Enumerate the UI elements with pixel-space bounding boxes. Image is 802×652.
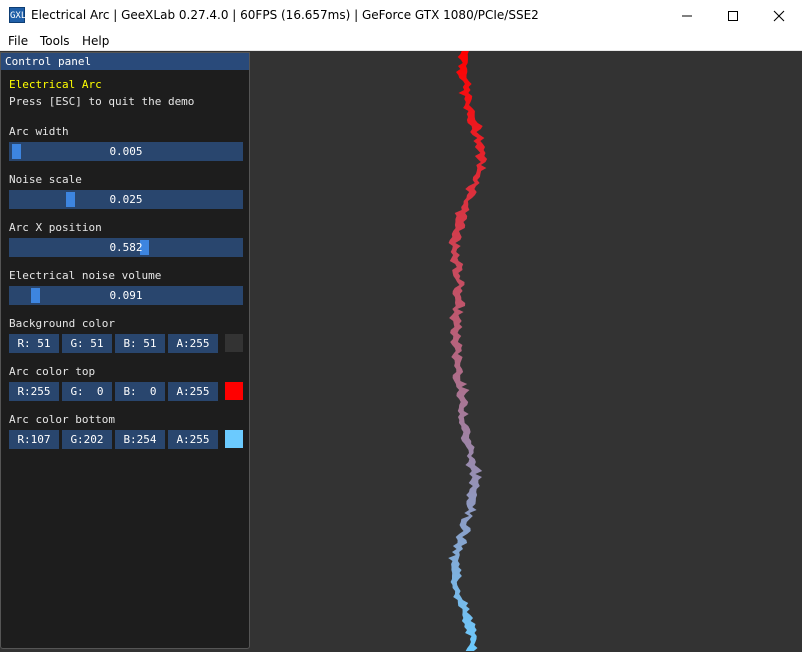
arc-width-slider[interactable]: 0.005 — [9, 142, 243, 161]
demo-hint: Press [ESC] to quit the demo — [9, 95, 195, 108]
arc-color-bottom-label: Arc color bottom — [9, 413, 115, 426]
arc-width-label: Arc width — [9, 125, 69, 138]
app-icon: GXL — [9, 7, 26, 23]
color-swatch[interactable] — [225, 334, 243, 352]
red-field[interactable]: R:255 — [9, 382, 59, 401]
arc-x-position-label: Arc X position — [9, 221, 102, 234]
alpha-field[interactable]: A:255 — [168, 382, 218, 401]
maximize-icon — [728, 10, 738, 21]
maximize-button[interactable] — [710, 0, 756, 31]
red-field[interactable]: R:107 — [9, 430, 59, 449]
green-field[interactable]: G: 0 — [62, 382, 112, 401]
blue-field[interactable]: B: 51 — [115, 334, 165, 353]
slider-value: 0.025 — [109, 193, 143, 206]
title-bar[interactable]: GXL Electrical Arc | GeeXLab 0.27.4.0 | … — [0, 0, 802, 31]
arc-color-top-label: Arc color top — [9, 365, 96, 378]
arc-bolt — [448, 51, 488, 651]
close-button[interactable] — [756, 0, 802, 31]
noise-scale-label: Noise scale — [9, 173, 82, 186]
menu-bar: File Tools Help — [0, 31, 802, 51]
color-swatch[interactable] — [225, 430, 243, 448]
minimize-icon — [682, 15, 692, 16]
background-color-label: Background color — [9, 317, 115, 330]
color-swatch[interactable] — [225, 382, 243, 400]
alpha-field[interactable]: A:255 — [168, 334, 218, 353]
blue-field[interactable]: B: 0 — [115, 382, 165, 401]
minimize-button[interactable] — [664, 0, 710, 31]
noise-scale-slider[interactable]: 0.025 — [9, 190, 243, 209]
control-panel[interactable]: Control panel Electrical Arc Press [ESC]… — [0, 52, 250, 649]
green-field[interactable]: G: 51 — [62, 334, 112, 353]
close-icon — [773, 10, 785, 21]
arc-x-position-slider[interactable]: 0.582 — [9, 238, 243, 257]
red-field[interactable]: R: 51 — [9, 334, 59, 353]
window-title: Electrical Arc | GeeXLab 0.27.4.0 | 60FP… — [31, 8, 539, 22]
alpha-field[interactable]: A:255 — [168, 430, 218, 449]
demo-title: Electrical Arc — [9, 78, 102, 91]
electrical-noise-volume-slider[interactable]: 0.091 — [9, 286, 243, 305]
green-field[interactable]: G:202 — [62, 430, 112, 449]
menu-file[interactable]: File — [8, 31, 28, 51]
menu-help[interactable]: Help — [82, 31, 109, 51]
slider-value: 0.005 — [109, 145, 143, 158]
blue-field[interactable]: B:254 — [115, 430, 165, 449]
panel-header[interactable]: Control panel — [1, 53, 249, 70]
menu-tools[interactable]: Tools — [40, 31, 70, 51]
slider-value: 0.582 — [109, 241, 143, 254]
electrical-noise-volume-label: Electrical noise volume — [9, 269, 162, 282]
slider-value: 0.091 — [109, 289, 143, 302]
